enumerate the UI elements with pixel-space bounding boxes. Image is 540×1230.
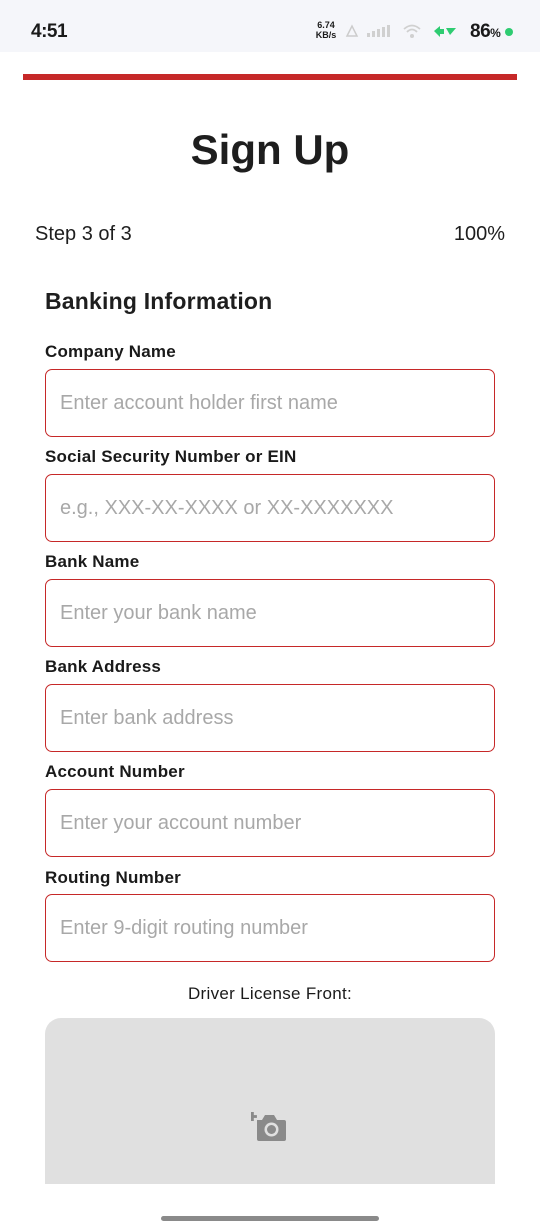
company-name-field[interactable] <box>45 369 495 437</box>
account-number-input[interactable] <box>46 790 494 856</box>
status-bar: 4:51 6.74 KB/s 86% <box>0 0 540 52</box>
driver-license-front-label: Driver License Front: <box>187 984 353 1003</box>
status-time: 4:51 <box>31 21 68 42</box>
routing-number-input[interactable] <box>46 895 494 961</box>
bank-address-field[interactable] <box>45 684 495 752</box>
battery-level: 86% <box>470 21 501 42</box>
ssn-ein-field[interactable] <box>45 474 495 542</box>
network-speed-unit: KB/s <box>315 30 337 40</box>
account-number-label: Account Number <box>45 762 185 781</box>
progress-fill <box>23 74 517 80</box>
wifi-icon <box>403 24 421 38</box>
company-name-label: Company Name <box>45 342 176 361</box>
bank-address-label: Bank Address <box>45 657 162 676</box>
network-speed-value: 6.74 <box>317 20 335 30</box>
step-indicator: Step 3 of 3 <box>35 223 132 245</box>
ssn-ein-label: Social Security Number or EIN <box>45 447 297 466</box>
page-title: Sign Up <box>190 126 350 173</box>
ssn-ein-input[interactable] <box>46 475 494 541</box>
company-name-input[interactable] <box>46 370 494 436</box>
routing-number-label: Routing Number <box>45 868 181 887</box>
battery-status-dot <box>505 28 513 36</box>
alarm-icon <box>345 24 359 37</box>
battery-charging-icon <box>434 26 456 37</box>
signal-icon <box>367 25 390 37</box>
home-indicator[interactable] <box>161 1216 379 1221</box>
step-percent: 100% <box>453 223 505 245</box>
bank-name-input[interactable] <box>46 580 494 646</box>
signup-progress-bar <box>23 74 517 80</box>
account-number-field[interactable] <box>45 789 495 857</box>
driver-license-front-upload[interactable] <box>45 1018 495 1184</box>
routing-number-field[interactable] <box>45 894 495 962</box>
bank-name-label: Bank Name <box>45 552 140 571</box>
add-a-photo-icon[interactable] <box>251 1108 287 1142</box>
bank-address-input[interactable] <box>46 685 494 751</box>
section-title: Banking Information <box>45 288 273 314</box>
bank-name-field[interactable] <box>45 579 495 647</box>
network-speed: 6.74 KB/s <box>313 20 339 40</box>
